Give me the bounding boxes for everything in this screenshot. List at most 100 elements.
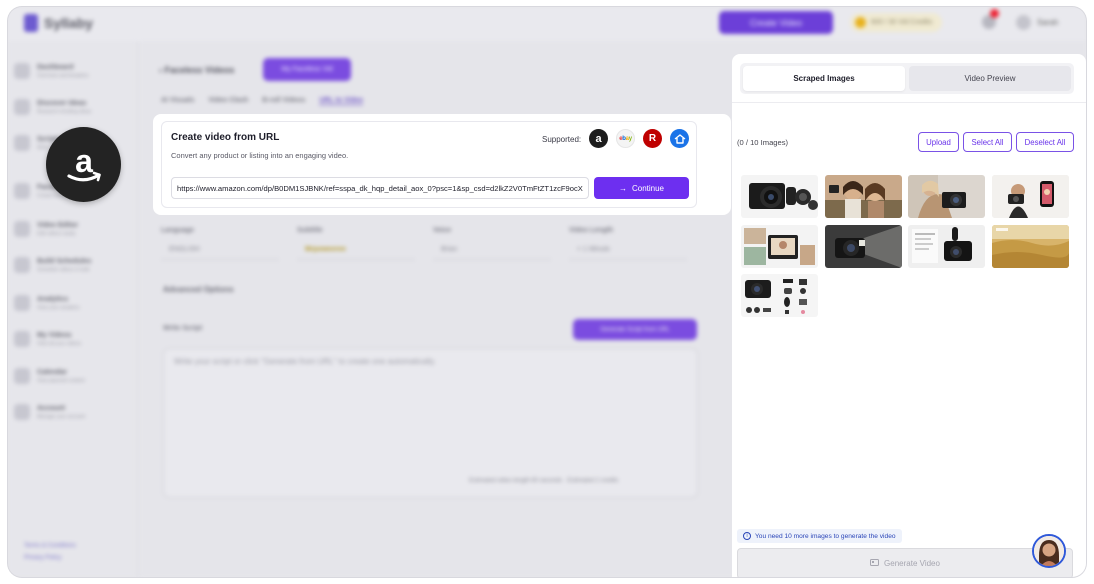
notification-badge bbox=[990, 9, 999, 18]
images-needed-notice: i You need 10 more images to generate th… bbox=[737, 529, 902, 543]
user-menu[interactable]: Sarah bbox=[1016, 15, 1058, 30]
page-title[interactable]: ‹ Faceless Videos bbox=[159, 65, 234, 75]
tab-scraped-images[interactable]: Scraped Images bbox=[743, 66, 905, 91]
field-value: ENGLISH bbox=[161, 240, 279, 260]
field-label: Subtitle bbox=[297, 227, 323, 234]
thumbnail-man-filming[interactable] bbox=[992, 175, 1069, 218]
sidebar-item-title: Dashboard bbox=[37, 63, 74, 71]
sidebar-item-title: Build Schedules bbox=[37, 257, 92, 265]
continue-label: Continue bbox=[631, 183, 665, 193]
arrow-right-icon: → bbox=[618, 183, 627, 193]
thumbnail-wheat-field[interactable] bbox=[992, 225, 1069, 268]
advanced-options-toggle[interactable]: Advanced Options bbox=[163, 285, 234, 294]
top-bar: Syllaby Create Video 600 / 30 Vid Credit… bbox=[8, 7, 1086, 41]
credits-badge[interactable]: 600 / 30 Vid Credits bbox=[850, 13, 942, 32]
continue-button[interactable]: → Continue bbox=[594, 177, 689, 199]
account-icon bbox=[14, 404, 30, 420]
sidebar-item-sub: Overview and Analytics bbox=[37, 72, 89, 79]
coin-icon bbox=[855, 17, 866, 28]
videos-icon bbox=[14, 331, 30, 347]
sidebar-item-my-videos[interactable]: My Videos View all your videos bbox=[14, 327, 132, 351]
field-label: Video Length bbox=[569, 227, 614, 234]
generate-script-button[interactable]: Generate Script from URL bbox=[573, 319, 697, 340]
rakuten-icon: R bbox=[643, 129, 662, 148]
privacy-link[interactable]: Privacy Policy bbox=[24, 555, 61, 561]
field-value: Mrpoweeree bbox=[297, 240, 415, 260]
tab-url-to-video[interactable]: URL to Video bbox=[319, 97, 364, 105]
terms-link[interactable]: Terms & Conditions bbox=[24, 543, 76, 549]
thumbnail-camera-flash[interactable] bbox=[825, 225, 902, 268]
sidebar-item-dashboard[interactable]: Dashboard Overview and Analytics bbox=[14, 59, 132, 83]
create-video-button[interactable]: Create Video bbox=[719, 11, 833, 34]
analytics-icon bbox=[14, 295, 30, 311]
sidebar-item-title: Video Editor bbox=[37, 221, 79, 229]
ebay-icon: ebay bbox=[616, 129, 635, 148]
info-icon: i bbox=[743, 532, 751, 540]
generate-video-label: Generate Video bbox=[884, 559, 940, 568]
supported-label: Supported: bbox=[542, 135, 582, 144]
create-from-url-form: Create video from URL Convert any produc… bbox=[161, 121, 697, 208]
editor-icon bbox=[14, 221, 30, 237]
svg-text:a: a bbox=[75, 143, 93, 179]
sidebar-item-schedules[interactable]: Build Schedules Schedule videos in bulk bbox=[14, 253, 132, 277]
video-length-field[interactable]: Video Length < 1 Minute bbox=[569, 227, 687, 260]
search-icon bbox=[14, 99, 30, 115]
sidebar-item-calendar[interactable]: Calendar View planned content bbox=[14, 364, 132, 388]
scraped-images-panel: Scraped Images Video Preview (0 / 10 Ima… bbox=[732, 54, 1086, 577]
video-icon bbox=[14, 183, 30, 199]
calendar-icon bbox=[14, 368, 30, 384]
select-all-button[interactable]: Select All bbox=[963, 132, 1012, 152]
field-value: < 1 Minute bbox=[569, 240, 687, 260]
sidebar-item-title: My Videos bbox=[37, 331, 72, 339]
amazon-logo-icon: a bbox=[46, 127, 121, 202]
field-label: Voice bbox=[433, 227, 452, 234]
upload-button[interactable]: Upload bbox=[918, 132, 959, 152]
sidebar-item-analytics[interactable]: Analytics View your analytics bbox=[14, 291, 132, 315]
support-chat-avatar[interactable] bbox=[1032, 534, 1066, 568]
tab-video-preview[interactable]: Video Preview bbox=[909, 66, 1071, 91]
thumbnail-selfie-women[interactable] bbox=[825, 175, 902, 218]
tab-video-clash[interactable]: Video Clash bbox=[208, 97, 248, 105]
app-window: Syllaby Create Video 600 / 30 Vid Credit… bbox=[8, 7, 1086, 577]
sidebar-item-sub: View all your videos bbox=[37, 340, 82, 347]
film-icon bbox=[870, 558, 880, 569]
divider bbox=[732, 102, 1086, 103]
url-input[interactable] bbox=[171, 177, 589, 199]
dashboard-icon bbox=[14, 63, 30, 79]
sidebar-item-discover[interactable]: Discover Ideas Research trending ideas bbox=[14, 95, 132, 119]
script-label: Write Script bbox=[163, 325, 203, 332]
tab-ai-visuals[interactable]: AI Visuals bbox=[161, 97, 194, 105]
generate-video-button[interactable]: Generate Video bbox=[737, 548, 1073, 577]
sidebar-item-editor[interactable]: Video Editor Edit videos easily bbox=[14, 217, 132, 241]
my-faceless-button[interactable]: My Faceless Vid bbox=[263, 58, 351, 81]
thumbnail-accessories[interactable] bbox=[741, 274, 818, 317]
mode-tabs: AI Visuals Video Clash B-roll Videos URL… bbox=[161, 97, 364, 105]
field-value: Brian bbox=[433, 240, 551, 260]
card-subtitle: Convert any product or listing into an e… bbox=[171, 151, 349, 160]
user-name: Sarah bbox=[1037, 18, 1059, 27]
thumbnail-woman-camera[interactable] bbox=[908, 175, 985, 218]
logo-mark-icon bbox=[24, 14, 38, 32]
app-logo[interactable]: Syllaby bbox=[24, 14, 93, 32]
card-title: Create video from URL bbox=[171, 132, 280, 143]
amazon-icon: a bbox=[589, 129, 608, 148]
thumbnail-screen-views[interactable] bbox=[741, 225, 818, 268]
thumbnail-camera-mic[interactable] bbox=[908, 225, 985, 268]
voice-field[interactable]: Voice Brian bbox=[433, 227, 551, 260]
tab-broll[interactable]: B-roll Videos bbox=[262, 97, 305, 105]
thumbnail-camera-kit[interactable] bbox=[741, 175, 818, 218]
sidebar-item-sub: Schedule videos in bulk bbox=[37, 266, 90, 273]
sidebar-item-account[interactable]: Account Manage your account bbox=[14, 400, 132, 424]
deselect-all-button[interactable]: Deselect All bbox=[1016, 132, 1074, 152]
script-icon bbox=[14, 135, 30, 151]
sidebar-item-sub: View planned content bbox=[37, 377, 85, 384]
sidebar: Dashboard Overview and Analytics Discover… bbox=[8, 41, 138, 577]
field-label: Language bbox=[161, 227, 195, 234]
zillow-icon bbox=[670, 129, 689, 148]
notice-text: You need 10 more images to generate the … bbox=[755, 532, 896, 540]
language-field[interactable]: Language ENGLISH bbox=[161, 227, 279, 260]
page-title-text: Faceless Videos bbox=[164, 65, 235, 75]
subtitle-field[interactable]: Subtitle Mrpoweeree bbox=[297, 227, 415, 260]
image-count: (0 / 10 Images) bbox=[737, 138, 789, 147]
script-textarea[interactable]: Write your script or click "Generate fro… bbox=[163, 348, 698, 498]
